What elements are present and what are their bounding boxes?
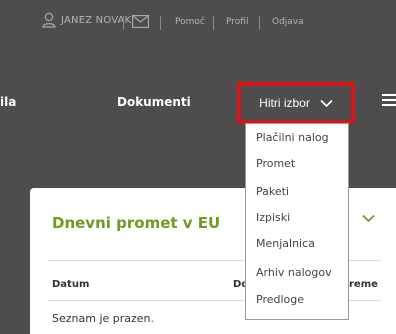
card-title: Dnevni promet v EU [52, 214, 221, 232]
menu-item-promet[interactable]: Promet [256, 157, 295, 170]
user-name: JANEZ NOVAK [61, 14, 132, 26]
column-header-partial: reme [349, 279, 378, 290]
user-profile[interactable]: JANEZ NOVAK [42, 12, 131, 28]
chevron-down-icon [320, 99, 333, 107]
separator [123, 16, 124, 30]
collapse-chevron-icon[interactable] [362, 214, 375, 223]
logout-link[interactable]: Odjava [272, 17, 304, 27]
top-user-bar: JANEZ NOVAK Pomoč Profil Odjava [0, 0, 396, 46]
nav-item-dokumenti[interactable]: Dokumenti [117, 95, 191, 109]
hamburger-menu-icon[interactable] [382, 94, 396, 108]
separator [160, 16, 161, 30]
help-link[interactable]: Pomoč [175, 17, 205, 27]
quick-pick-label: Hitri izbor [259, 96, 310, 110]
nav-item-partial[interactable]: ila [0, 95, 16, 109]
quick-pick-dropdown: Plačilni nalog Promet Paketi Izpiski Men… [245, 123, 349, 320]
profile-link[interactable]: Profil [226, 17, 248, 27]
menu-item-predloge[interactable]: Predloge [256, 293, 304, 306]
mail-icon[interactable] [132, 15, 149, 28]
column-header-datum: Datum [52, 279, 90, 290]
quick-pick-menu-button[interactable]: Hitri izbor [237, 82, 355, 124]
menu-item-menjalnica[interactable]: Menjalnica [256, 237, 315, 250]
separator [259, 16, 260, 30]
menu-item-paketi[interactable]: Paketi [256, 185, 289, 198]
empty-list-message: Seznam je prazen. [52, 312, 155, 325]
menu-item-placilni-nalog[interactable]: Plačilni nalog [256, 131, 329, 144]
user-icon [42, 12, 56, 28]
menu-item-izpiski[interactable]: Izpiski [256, 211, 290, 224]
menu-item-arhiv-nalogov[interactable]: Arhiv nalogov [256, 266, 332, 279]
separator [213, 16, 214, 30]
